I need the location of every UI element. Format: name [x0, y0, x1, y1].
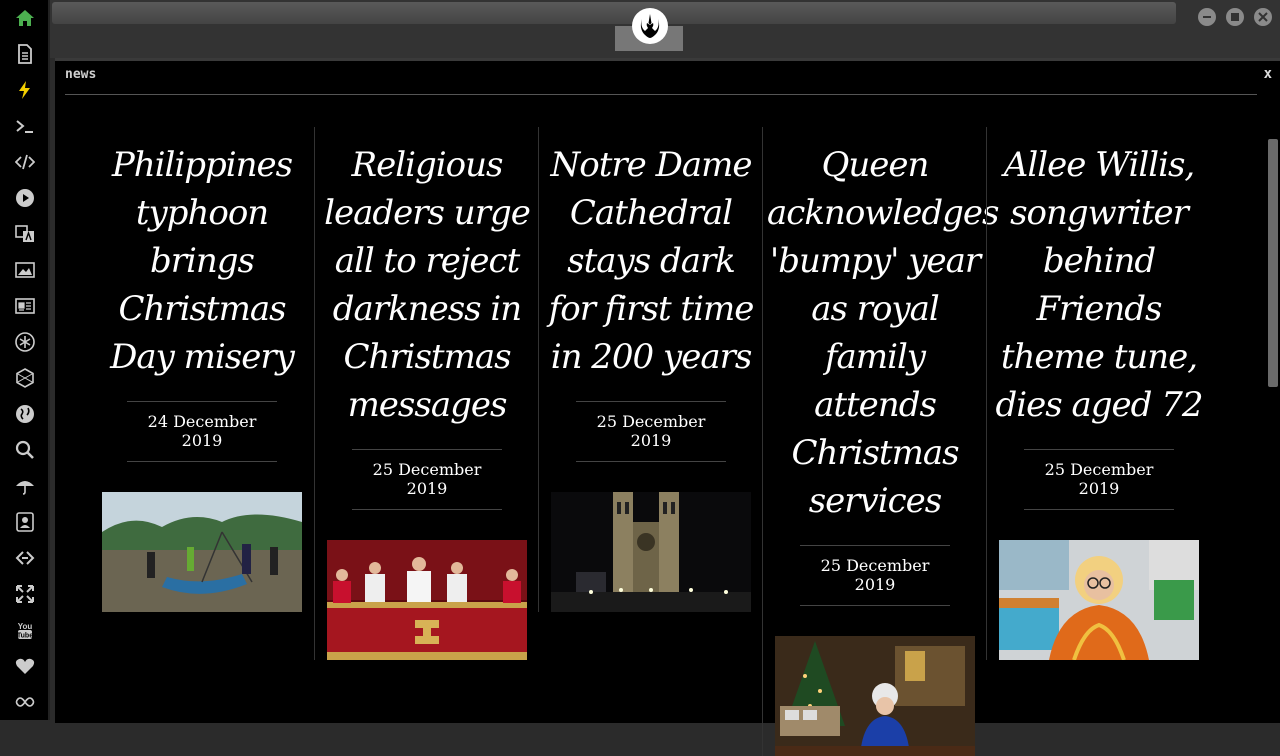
link-icon[interactable] — [14, 547, 36, 569]
address-bar[interactable] — [52, 2, 1176, 24]
home-icon[interactable] — [14, 7, 36, 29]
article-date: 25 December 2019 — [576, 401, 726, 462]
article-image[interactable] — [102, 492, 302, 612]
document-icon[interactable] — [14, 43, 36, 65]
youtube-icon[interactable]: You Tube — [14, 619, 36, 641]
asterisk-icon[interactable] — [14, 331, 36, 353]
article-date: 25 December 2019 — [800, 545, 950, 606]
app-sidebar: You Tube — [0, 0, 50, 720]
article-card[interactable]: Allee Willis, songwriter behind Friends … — [986, 127, 1211, 660]
article-headline[interactable]: Allee Willis, songwriter behind Friends … — [987, 141, 1211, 429]
article-date: 24 December 2019 — [127, 401, 277, 462]
window-close-button[interactable]: x — [1264, 66, 1272, 82]
article-card[interactable]: Notre Dame Cathedral stays dark for firs… — [538, 127, 763, 612]
terminal-icon[interactable] — [14, 115, 36, 137]
infinity-icon[interactable] — [14, 691, 36, 713]
image-icon[interactable] — [14, 259, 36, 281]
article-headline[interactable]: Notre Dame Cathedral stays dark for firs… — [539, 141, 763, 381]
title-divider — [65, 94, 1257, 95]
minimize-button[interactable] — [1198, 8, 1216, 26]
heart-icon[interactable] — [14, 655, 36, 677]
contact-card-icon[interactable] — [14, 511, 36, 533]
newspaper-icon[interactable] — [14, 295, 36, 317]
search-icon[interactable] — [14, 439, 36, 461]
top-bar — [50, 0, 1280, 58]
article-date: 25 December 2019 — [1024, 449, 1174, 510]
article-date: 25 December 2019 — [352, 449, 502, 510]
play-icon[interactable] — [14, 187, 36, 209]
lightning-icon[interactable] — [14, 79, 36, 101]
rebel-alliance-logo-icon[interactable] — [632, 8, 668, 44]
article-headline[interactable]: Philippines typhoon brings Christmas Day… — [90, 141, 314, 381]
article-card[interactable]: Religious leaders urge all to reject dar… — [314, 127, 539, 660]
article-image[interactable] — [327, 540, 527, 660]
article-card[interactable]: Philippines typhoon brings Christmas Day… — [90, 127, 314, 612]
globe-icon[interactable] — [14, 403, 36, 425]
maximize-button[interactable] — [1226, 8, 1244, 26]
article-image[interactable] — [775, 636, 975, 756]
svg-text:Tube: Tube — [17, 633, 33, 640]
svg-text:You: You — [18, 622, 33, 631]
hexagon-icon[interactable] — [14, 367, 36, 389]
article-image[interactable] — [999, 540, 1199, 660]
article-card[interactable]: Queen acknowledges 'bumpy' year as royal… — [762, 127, 999, 756]
article-headline[interactable]: Religious leaders urge all to reject dar… — [315, 141, 539, 429]
umbrella-icon[interactable] — [14, 475, 36, 497]
code-icon[interactable] — [14, 151, 36, 173]
scrollbar[interactable] — [1268, 139, 1278, 387]
news-window: news x Philippines typhoon brings Christ… — [55, 58, 1280, 756]
close-window-button[interactable] — [1254, 8, 1272, 26]
window-title: news — [65, 67, 97, 82]
translate-icon[interactable] — [14, 223, 36, 245]
article-headline[interactable]: Queen acknowledges 'bumpy' year as royal… — [763, 141, 999, 525]
article-image[interactable] — [551, 492, 751, 612]
expand-icon[interactable] — [14, 583, 36, 605]
